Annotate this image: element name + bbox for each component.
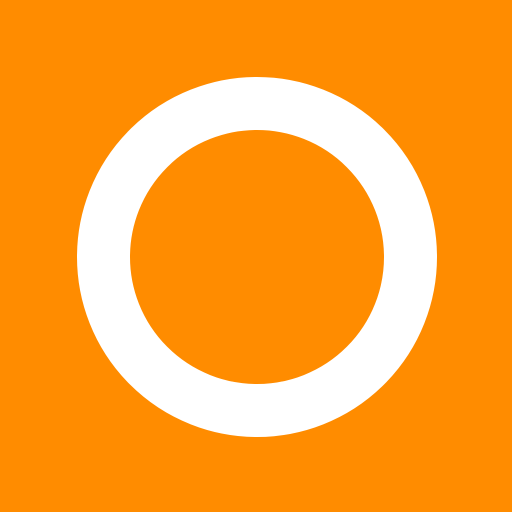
app-icon-tile bbox=[0, 0, 512, 512]
ring-icon bbox=[0, 0, 512, 512]
